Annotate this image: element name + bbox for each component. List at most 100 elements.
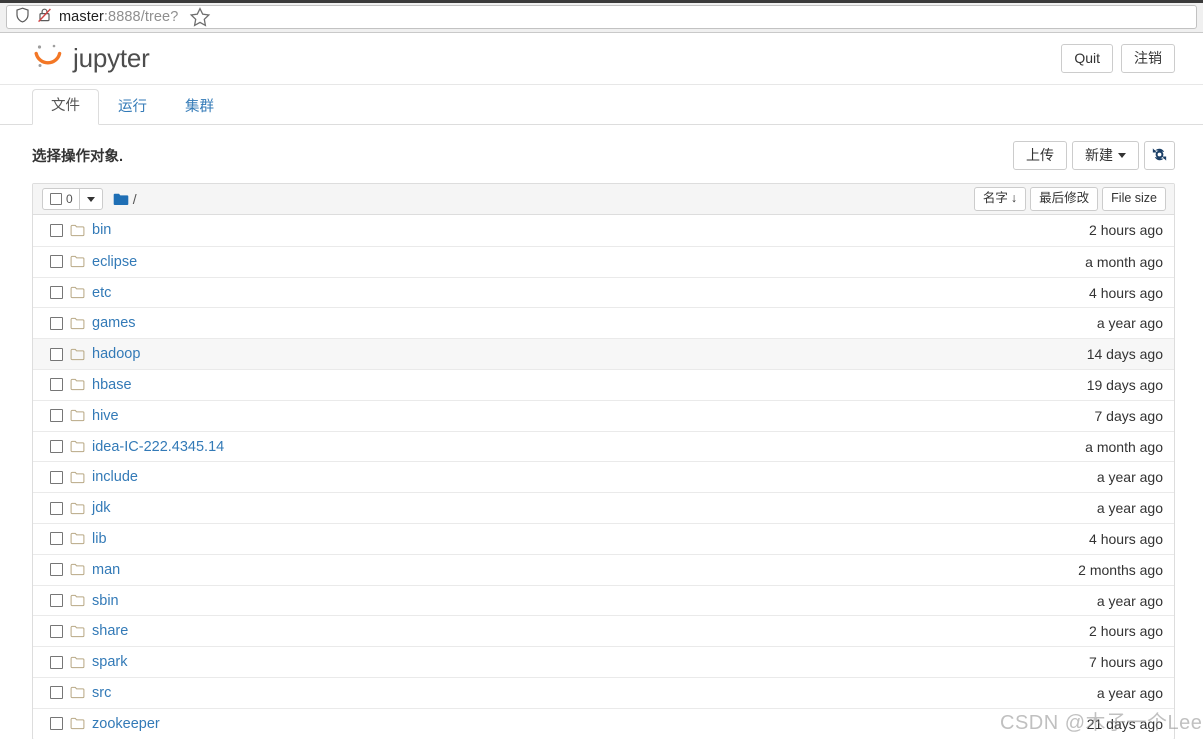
folder-icon — [70, 563, 85, 576]
row-modified: 2 hours ago — [1089, 222, 1163, 239]
row-name-link[interactable]: jdk — [92, 500, 111, 516]
row-name-link[interactable]: eclipse — [92, 254, 137, 270]
row-checkbox[interactable] — [42, 624, 70, 638]
tab-files[interactable]: 文件 — [32, 88, 99, 125]
table-row[interactable]: eclipse a month ago — [33, 245, 1174, 277]
quit-button[interactable]: Quit — [1061, 43, 1113, 74]
row-modified: a year ago — [1096, 592, 1163, 609]
row-checkbox[interactable] — [42, 316, 70, 330]
row-name-link[interactable]: etc — [92, 285, 111, 301]
row-modified: 2 hours ago — [1089, 623, 1163, 640]
folder-icon — [70, 348, 85, 361]
folder-icon — [70, 471, 85, 484]
bookmark-star-icon[interactable] — [189, 6, 211, 28]
table-row[interactable]: man 2 months ago — [33, 553, 1174, 585]
row-name-link[interactable]: include — [92, 469, 138, 485]
row-name-link[interactable]: idea-IC-222.4345.14 — [92, 439, 224, 455]
row-name-link[interactable]: bin — [92, 222, 111, 238]
table-row[interactable]: sbin a year ago — [33, 584, 1174, 616]
table-row[interactable]: idea-IC-222.4345.14 a month ago — [33, 430, 1174, 462]
row-checkbox[interactable] — [42, 409, 70, 423]
checkbox-icon — [49, 624, 63, 638]
table-row[interactable]: src a year ago — [33, 677, 1174, 708]
table-row[interactable]: share 2 hours ago — [33, 615, 1174, 646]
sort-by-name-button[interactable]: 名字 ↓ — [973, 187, 1027, 211]
tab-clusters[interactable]: 集群 — [166, 90, 233, 125]
checkbox-icon — [49, 470, 63, 484]
row-modified: 14 days ago — [1086, 346, 1163, 363]
lock-crossed-icon[interactable] — [37, 7, 52, 28]
row-checkbox[interactable] — [42, 223, 70, 237]
sort-by-size-button[interactable]: File size — [1102, 187, 1166, 211]
row-checkbox[interactable] — [42, 501, 70, 515]
row-modified: 4 hours ago — [1089, 530, 1163, 547]
jupyter-logo[interactable]: jupyter — [32, 40, 1061, 77]
row-name-link[interactable]: man — [92, 562, 120, 578]
refresh-button[interactable] — [1144, 141, 1175, 171]
tab-running[interactable]: 运行 — [99, 90, 166, 125]
row-name-link[interactable]: zookeeper — [92, 716, 160, 732]
toolbar-buttons: 上传 新建 — [1013, 141, 1175, 171]
table-row[interactable]: spark 7 hours ago — [33, 646, 1174, 677]
table-row[interactable]: include a year ago — [33, 461, 1174, 492]
browser-chrome: master:8888/tree? — [0, 0, 1203, 33]
checkbox-icon — [49, 255, 63, 269]
row-checkbox[interactable] — [42, 717, 70, 731]
row-checkbox[interactable] — [42, 255, 70, 269]
folder-icon — [70, 717, 85, 730]
checkbox-icon — [49, 316, 63, 330]
url-host: master — [59, 9, 104, 25]
logout-button[interactable]: 注销 — [1121, 43, 1175, 74]
upload-button[interactable]: 上传 — [1013, 141, 1067, 171]
row-checkbox[interactable] — [42, 655, 70, 669]
url-bar[interactable]: master:8888/tree? — [6, 5, 1197, 29]
row-checkbox[interactable] — [42, 378, 70, 392]
row-checkbox[interactable] — [42, 470, 70, 484]
new-button[interactable]: 新建 — [1072, 141, 1139, 171]
row-name-link[interactable]: hadoop — [92, 346, 140, 362]
row-checkbox[interactable] — [42, 286, 70, 300]
table-row[interactable]: etc 4 hours ago — [33, 276, 1174, 308]
new-button-label: 新建 — [1085, 147, 1113, 163]
breadcrumb[interactable]: / — [113, 191, 137, 207]
table-row[interactable]: zookeeper 21 days ago — [33, 707, 1174, 739]
row-checkbox[interactable] — [42, 594, 70, 608]
folder-icon — [70, 224, 85, 237]
select-all-checkbox[interactable]: 0 — [43, 189, 80, 210]
toolbar: 选择操作对象. 上传 新建 — [0, 125, 1203, 183]
row-name-link[interactable]: share — [92, 623, 128, 639]
folder-icon — [70, 594, 85, 607]
row-name-link[interactable]: games — [92, 315, 136, 331]
shield-icon[interactable] — [15, 7, 30, 28]
sort-by-modified-button[interactable]: 最后修改 — [1030, 187, 1099, 211]
url-path: :8888/tree? — [103, 9, 179, 25]
row-modified: a year ago — [1096, 315, 1163, 332]
row-name-link[interactable]: sbin — [92, 593, 119, 609]
table-row[interactable]: games a year ago — [33, 307, 1174, 338]
folder-filled-icon — [113, 193, 129, 206]
row-modified: 7 days ago — [1094, 407, 1164, 424]
checkbox-icon — [49, 440, 63, 454]
row-checkbox[interactable] — [42, 440, 70, 454]
table-row[interactable]: lib 4 hours ago — [33, 523, 1174, 554]
folder-icon — [70, 502, 85, 515]
row-checkbox[interactable] — [42, 532, 70, 546]
table-row[interactable]: bin 2 hours ago — [33, 215, 1174, 246]
table-row[interactable]: hadoop 14 days ago — [33, 338, 1174, 370]
row-name-link[interactable]: src — [92, 685, 111, 701]
row-name-link[interactable]: spark — [92, 654, 127, 670]
row-modified: 4 hours ago — [1089, 284, 1163, 301]
row-checkbox[interactable] — [42, 563, 70, 577]
checkbox-icon — [49, 223, 63, 237]
table-row[interactable]: hbase 19 days ago — [33, 369, 1174, 400]
table-row[interactable]: hive 7 days ago — [33, 399, 1174, 431]
row-name-link[interactable]: hive — [92, 408, 119, 424]
row-checkbox[interactable] — [42, 347, 70, 361]
row-checkbox[interactable] — [42, 686, 70, 700]
table-row[interactable]: jdk a year ago — [33, 492, 1174, 523]
jupyter-logo-icon — [32, 40, 64, 77]
row-name-link[interactable]: hbase — [92, 377, 132, 393]
folder-icon — [70, 255, 85, 268]
row-name-link[interactable]: lib — [92, 531, 107, 547]
selection-dropdown-button[interactable] — [80, 189, 102, 209]
